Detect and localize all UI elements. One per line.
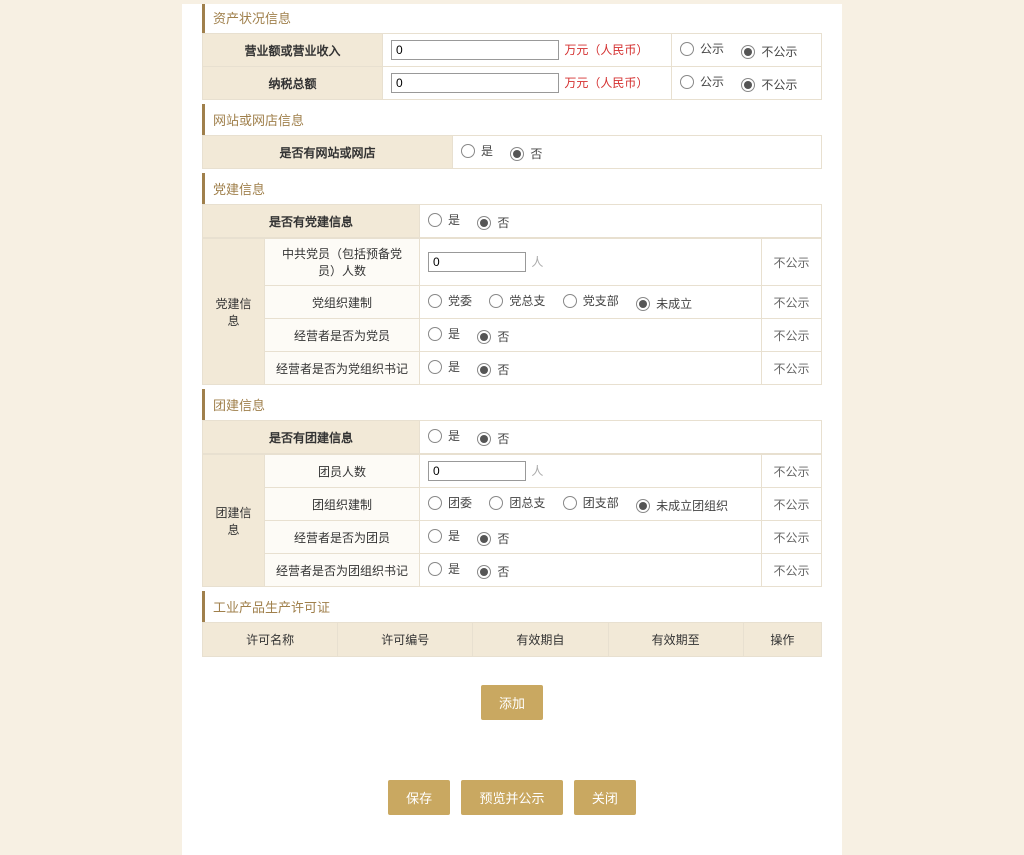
radio-youth-no[interactable] bbox=[477, 432, 491, 446]
radio-party-opm-no[interactable] bbox=[477, 330, 491, 344]
nopub-youth-ops: 不公示 bbox=[762, 554, 822, 587]
youth-detail-table: 团建信息 团员人数 人 不公示 团组织建制 团委 团总支 团支部 未成立团组织 … bbox=[202, 454, 822, 587]
cell-revenue-pub: 公示 不公示 bbox=[672, 34, 822, 67]
radio-tax-nopub[interactable] bbox=[741, 78, 755, 92]
cell-tax: 万元（人民币） bbox=[383, 67, 672, 100]
nopub-party-org: 不公示 bbox=[762, 286, 822, 319]
cell-party-opm: 是 否 bbox=[420, 319, 762, 352]
cell-party-org: 党委 党总支 党支部 未成立 bbox=[420, 286, 762, 319]
th-license-1: 许可编号 bbox=[338, 623, 473, 657]
radio-youth-opm-yes[interactable] bbox=[428, 529, 442, 543]
th-license-0: 许可名称 bbox=[203, 623, 338, 657]
th-license-2: 有效期自 bbox=[473, 623, 608, 657]
radio-revenue-nopub[interactable] bbox=[741, 45, 755, 59]
th-license-4: 操作 bbox=[743, 623, 821, 657]
close-button[interactable]: 关闭 bbox=[574, 780, 636, 815]
label-party-members: 中共党员（包括预备党员）人数 bbox=[265, 239, 420, 286]
radio-website-no[interactable] bbox=[510, 147, 524, 161]
nopub-party-opm: 不公示 bbox=[762, 319, 822, 352]
unit-party-members: 人 bbox=[531, 255, 543, 269]
cell-youth-org: 团委 团总支 团支部 未成立团组织 bbox=[420, 488, 762, 521]
radio-youth-ops-yes[interactable] bbox=[428, 562, 442, 576]
radio-youth-org-1[interactable] bbox=[489, 496, 503, 510]
radio-party-yes[interactable] bbox=[428, 213, 442, 227]
radio-youth-org-3[interactable] bbox=[636, 499, 650, 513]
input-tax[interactable] bbox=[391, 73, 559, 93]
radio-website-yes[interactable] bbox=[461, 144, 475, 158]
preview-publish-button[interactable]: 预览并公示 bbox=[461, 780, 562, 815]
nopub-youth-members: 不公示 bbox=[762, 455, 822, 488]
website-table: 是否有网站或网店 是 否 bbox=[202, 135, 822, 169]
radio-youth-opm-no[interactable] bbox=[477, 532, 491, 546]
radio-tax-pub[interactable] bbox=[680, 75, 694, 89]
radio-party-ops-no[interactable] bbox=[477, 363, 491, 377]
cell-revenue: 万元（人民币） bbox=[383, 34, 672, 67]
party-has-table: 是否有党建信息 是 否 bbox=[202, 204, 822, 238]
section-title-youth: 团建信息 bbox=[202, 389, 822, 420]
cell-youth-ops: 是 否 bbox=[420, 554, 762, 587]
label-youth-members: 团员人数 bbox=[265, 455, 420, 488]
cell-has-party: 是 否 bbox=[420, 205, 822, 238]
assets-table: 营业额或营业收入 万元（人民币） 公示 不公示 纳税总额 万元（人民币） 公示 … bbox=[202, 33, 822, 100]
cell-party-members: 人 bbox=[420, 239, 762, 286]
radio-youth-ops-no[interactable] bbox=[477, 565, 491, 579]
action-button-group: 保存 预览并公示 关闭 bbox=[202, 760, 822, 825]
cell-youth-members: 人 bbox=[420, 455, 762, 488]
input-revenue[interactable] bbox=[391, 40, 559, 60]
section-title-party: 党建信息 bbox=[202, 173, 822, 204]
nopub-youth-org: 不公示 bbox=[762, 488, 822, 521]
radio-youth-org-2[interactable] bbox=[563, 496, 577, 510]
unit-tax: 万元（人民币） bbox=[564, 76, 648, 90]
section-title-website: 网站或网店信息 bbox=[202, 104, 822, 135]
cell-youth-opm: 是 否 bbox=[420, 521, 762, 554]
save-button[interactable]: 保存 bbox=[388, 780, 450, 815]
radio-party-org-0[interactable] bbox=[428, 294, 442, 308]
radio-party-opm-yes[interactable] bbox=[428, 327, 442, 341]
cell-has-youth: 是 否 bbox=[420, 421, 822, 454]
cell-tax-pub: 公示 不公示 bbox=[672, 67, 822, 100]
section-title-assets: 资产状况信息 bbox=[202, 4, 822, 33]
rowspan-party: 党建信息 bbox=[203, 239, 265, 385]
label-tax: 纳税总额 bbox=[203, 67, 383, 100]
radio-party-ops-yes[interactable] bbox=[428, 360, 442, 374]
label-has-party: 是否有党建信息 bbox=[203, 205, 420, 238]
radio-youth-yes[interactable] bbox=[428, 429, 442, 443]
rowspan-youth: 团建信息 bbox=[203, 455, 265, 587]
label-party-opm: 经营者是否为党员 bbox=[265, 319, 420, 352]
section-title-license: 工业产品生产许可证 bbox=[202, 591, 822, 622]
radio-party-org-3[interactable] bbox=[636, 297, 650, 311]
party-detail-table: 党建信息 中共党员（包括预备党员）人数 人 不公示 党组织建制 党委 党总支 党… bbox=[202, 238, 822, 385]
nopub-youth-opm: 不公示 bbox=[762, 521, 822, 554]
radio-party-no[interactable] bbox=[477, 216, 491, 230]
unit-revenue: 万元（人民币） bbox=[564, 43, 648, 57]
radio-party-org-2[interactable] bbox=[563, 294, 577, 308]
input-party-members[interactable] bbox=[428, 252, 526, 272]
th-license-3: 有效期至 bbox=[608, 623, 743, 657]
label-has-website: 是否有网站或网店 bbox=[203, 136, 453, 169]
radio-revenue-pub[interactable] bbox=[680, 42, 694, 56]
label-youth-ops: 经营者是否为团组织书记 bbox=[265, 554, 420, 587]
unit-youth-members: 人 bbox=[531, 464, 543, 478]
radio-youth-org-0[interactable] bbox=[428, 496, 442, 510]
label-youth-opm: 经营者是否为团员 bbox=[265, 521, 420, 554]
label-youth-org: 团组织建制 bbox=[265, 488, 420, 521]
nopub-party-members: 不公示 bbox=[762, 239, 822, 286]
label-has-youth: 是否有团建信息 bbox=[203, 421, 420, 454]
label-revenue: 营业额或营业收入 bbox=[203, 34, 383, 67]
radio-party-org-1[interactable] bbox=[489, 294, 503, 308]
license-table: 许可名称 许可编号 有效期自 有效期至 操作 bbox=[202, 622, 822, 657]
cell-has-website: 是 否 bbox=[453, 136, 822, 169]
nopub-party-ops: 不公示 bbox=[762, 352, 822, 385]
cell-party-ops: 是 否 bbox=[420, 352, 762, 385]
label-party-ops: 经营者是否为党组织书记 bbox=[265, 352, 420, 385]
input-youth-members[interactable] bbox=[428, 461, 526, 481]
label-party-org: 党组织建制 bbox=[265, 286, 420, 319]
youth-has-table: 是否有团建信息 是 否 bbox=[202, 420, 822, 454]
